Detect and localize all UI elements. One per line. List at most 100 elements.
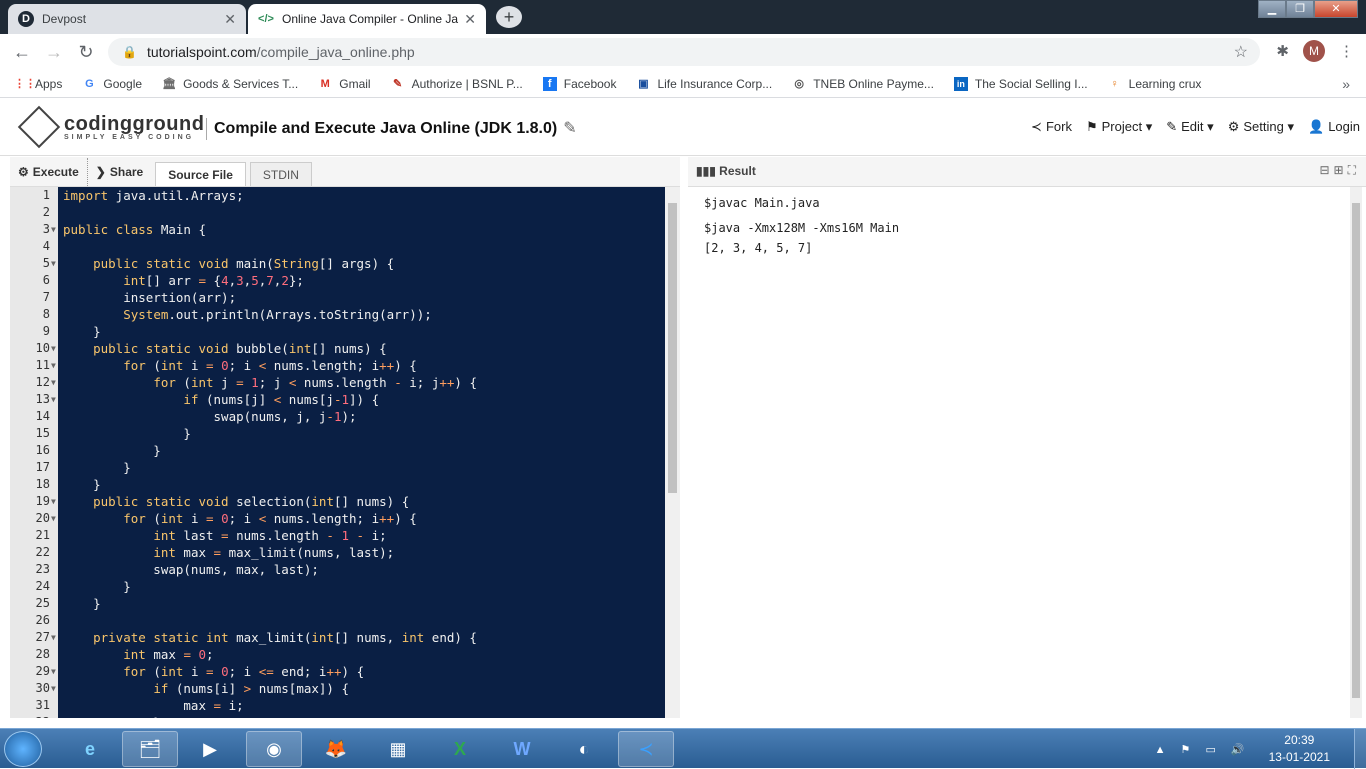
collapse-icon[interactable]: ⊟ [1319,163,1333,177]
code-line[interactable]: 13 ▼ if (nums[j] < nums[j-1]) { [10,391,665,408]
tray-icons[interactable]: ▲ ⚑ ▭ 🔊 [1155,743,1251,756]
start-button[interactable] [4,731,42,767]
fold-arrow-icon[interactable]: ▼ [51,510,56,527]
menu-icon[interactable]: ⋮ [1339,42,1354,60]
editor-scrollbar[interactable] [665,187,680,718]
code-editor[interactable]: 1 import java.util.Arrays; 2 3 ▼ public class… [10,187,680,718]
eclipse-icon[interactable]: ◐ [556,731,612,767]
bookmark-facebook[interactable]: f Facebook [542,76,616,91]
maximize-button[interactable]: ❐ [1286,0,1314,18]
fold-arrow-icon[interactable]: ▼ [51,357,56,374]
fullscreen-icon[interactable]: ⛶ [1348,163,1360,177]
edit-menu[interactable]: ✎ Edit ▾ [1166,119,1213,135]
code-line[interactable]: 12 ▼ for (int j = 1; j < nums.length - i;… [10,374,665,391]
code-line[interactable]: 28 int max = 0; [10,646,665,663]
code-line[interactable]: 11 ▼ for (int i = 0; i < nums.length; i++… [10,357,665,374]
more-bookmarks-icon[interactable]: » [1342,76,1350,92]
fold-arrow-icon[interactable]: ▼ [51,391,56,408]
tab-source-file[interactable]: Source File [155,162,246,186]
code-line[interactable]: 27 ▼ private static int max_limit(int[] n… [10,629,665,646]
tab-stdin[interactable]: STDIN [249,162,312,186]
project-menu[interactable]: ⚑ Project ▾ [1086,119,1152,135]
result-scrollbar[interactable] [1350,187,1362,718]
extensions-icon[interactable]: ✱ [1276,42,1289,60]
codingground-logo[interactable]: codingground SIMPLY EASY CODING [17,105,204,149]
scrollbar-thumb[interactable] [668,203,677,493]
code-line[interactable]: 22 int max = max_limit(nums, last); [10,544,665,561]
bookmark-linkedin[interactable]: in The Social Selling I... [953,76,1088,91]
chrome-icon[interactable]: ◉ [246,731,302,767]
edit-title-icon[interactable]: ✎ [563,120,576,137]
code-line[interactable]: 17 } [10,459,665,476]
back-icon[interactable]: ← [6,42,38,63]
avatar[interactable]: M [1303,40,1325,62]
ie-icon[interactable]: e [62,731,118,767]
code-line[interactable]: 18 } [10,476,665,493]
fold-arrow-icon[interactable]: ▼ [51,340,56,357]
bookmark-gmail[interactable]: M Gmail [318,77,371,91]
close-tab-icon[interactable]: ✕ [464,11,476,28]
fold-arrow-icon[interactable]: ▼ [51,629,56,646]
code-line[interactable]: 26 [10,612,665,629]
bookmark-lic[interactable]: ▣ Life Insurance Corp... [636,77,772,91]
code-line[interactable]: 3 ▼ public class Main { [10,221,665,238]
excel-icon[interactable]: X [432,731,488,767]
media-player-icon[interactable]: ▶ [182,731,238,767]
code-line[interactable]: 7 insertion(arr); [10,289,665,306]
bookmark-google[interactable]: G Google [82,77,142,91]
close-window-button[interactable]: ✕ [1314,0,1358,18]
explorer-icon[interactable]: 🗂 [122,731,178,767]
tab-online-java-compiler[interactable]: </> Online Java Compiler - Online Ja ✕ [248,4,486,34]
forward-icon[interactable]: → [38,42,70,63]
bookmark-star-icon[interactable]: ☆ [1234,42,1248,62]
code-line[interactable]: 2 [10,204,665,221]
close-tab-icon[interactable]: ✕ [224,11,236,28]
fold-arrow-icon[interactable]: ▼ [51,221,56,238]
fold-arrow-icon[interactable]: ▼ [51,374,56,391]
code-line[interactable]: 23 swap(nums, max, last); [10,561,665,578]
code-line[interactable]: 15 } [10,425,665,442]
clock[interactable]: 20:39 13-01-2021 [1269,732,1330,766]
code-line[interactable]: 19 ▼ public static void selection(int[] n… [10,493,665,510]
address-bar[interactable]: 🔒 tutorialspoint.com/compile_java_online… [108,38,1260,66]
fold-arrow-icon[interactable]: ▼ [51,493,56,510]
code-line[interactable]: 6 int[] arr = {4,3,5,7,2}; [10,272,665,289]
fold-arrow-icon[interactable]: ▼ [51,680,56,697]
minimize-button[interactable]: ▁ [1258,0,1286,18]
code-line[interactable]: 30 ▼ if (nums[i] > nums[max]) { [10,680,665,697]
vscode-icon[interactable]: ≺ [618,731,674,767]
code-line[interactable]: 24 } [10,578,665,595]
execute-button[interactable]: ⚙ Execute [10,158,87,186]
share-button[interactable]: ❯ Share [86,158,151,186]
code-line[interactable]: 9 } [10,323,665,340]
firefox-icon[interactable]: 🦊 [308,731,364,767]
bookmark-learning-crux[interactable]: ♀ Learning crux [1108,77,1202,91]
scrollbar-thumb[interactable] [1352,203,1360,698]
bookmark-tneb[interactable]: ◎ TNEB Online Payme... [792,77,934,91]
bookmark-gst[interactable]: 🏛 Goods & Services T... [162,77,298,91]
code-line[interactable]: 29 ▼ for (int i = 0; i <= end; i++) { [10,663,665,680]
code-line[interactable]: 16 } [10,442,665,459]
new-tab-button[interactable]: + [496,6,522,28]
expand-icon[interactable]: ⊞ [1334,163,1348,177]
code-line[interactable]: 20 ▼ for (int i = 0; i < nums.length; i++… [10,510,665,527]
code-line[interactable]: 21 int last = nums.length - 1 - i; [10,527,665,544]
setting-menu[interactable]: ⚙ Setting ▾ [1228,119,1294,135]
code-line[interactable]: 8 System.out.println(Arrays.toString(arr… [10,306,665,323]
code-line[interactable]: 14 swap(nums, j, j-1); [10,408,665,425]
calculator-icon[interactable]: ▦ [370,731,426,767]
login-button[interactable]: 👤 Login [1308,119,1360,135]
reload-icon[interactable]: ↻ [70,42,102,63]
fold-arrow-icon[interactable]: ▼ [51,663,56,680]
tab-devpost[interactable]: D Devpost ✕ [8,4,246,34]
code-line[interactable]: 10 ▼ public static void bubble(int[] nums… [10,340,665,357]
bookmark-apps[interactable]: ⋮⋮ Apps [14,77,62,91]
code-line[interactable]: 5 ▼ public static void main(String[] args… [10,255,665,272]
code-line[interactable]: 32 } [10,714,665,718]
fold-arrow-icon[interactable]: ▼ [51,255,56,272]
word-icon[interactable]: W [494,731,550,767]
code-line[interactable]: 31 max = i; [10,697,665,714]
code-line[interactable]: 1 import java.util.Arrays; [10,187,665,204]
show-desktop-button[interactable] [1354,729,1366,769]
bookmark-bsnl[interactable]: ✎ Authorize | BSNL P... [391,77,523,91]
